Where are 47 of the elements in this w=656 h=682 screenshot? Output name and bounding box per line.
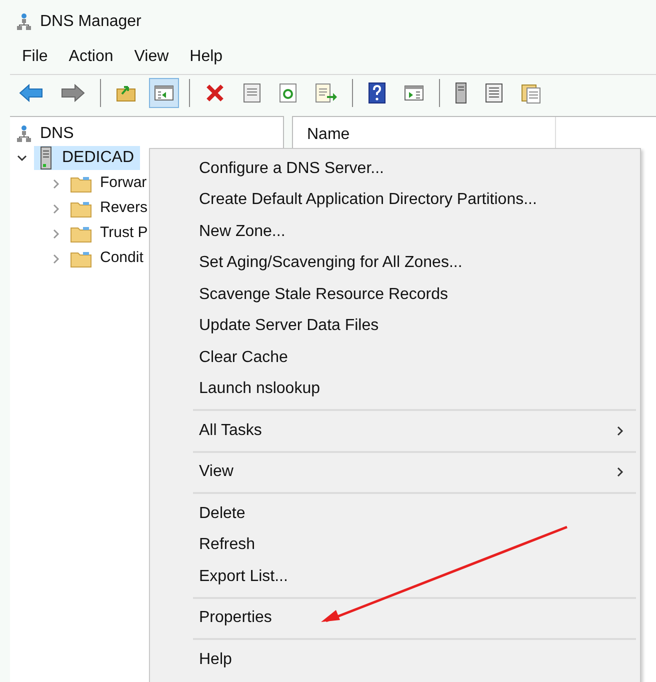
tree-item[interactable]: Revers	[100, 197, 148, 220]
context-menu-item[interactable]: Delete	[193, 498, 636, 530]
folder-icon	[70, 174, 92, 192]
context-menu-item[interactable]: Scavenge Stale Resource Records	[193, 279, 636, 310]
menu-bar-item[interactable]: View	[134, 45, 169, 69]
window-title: DNS Manager	[40, 12, 142, 32]
context-menu-item[interactable]: Refresh	[193, 530, 636, 561]
menu-bar-item[interactable]: File	[22, 45, 48, 69]
context-menu-item[interactable]: All Tasks	[193, 415, 636, 446]
context-menu-item[interactable]: Launch nslookup	[193, 374, 636, 405]
menu-bar-item[interactable]: Help	[190, 45, 223, 69]
context-menu-item[interactable]: Update Server Data Files	[193, 310, 636, 342]
action-pane-icon[interactable]	[404, 84, 424, 102]
toolbar-button[interactable]	[149, 78, 179, 108]
tree-item[interactable]: DEDICAD	[34, 146, 140, 170]
server-icon[interactable]	[455, 82, 467, 104]
context-menu-item[interactable]: Create Default Application Directory Partitions...	[193, 184, 636, 216]
tree-item[interactable]: Trust P	[100, 222, 148, 245]
folder-icon	[70, 200, 92, 218]
properties-icon[interactable]	[243, 82, 261, 102]
delete-icon[interactable]	[205, 82, 225, 102]
refresh-icon[interactable]	[279, 82, 297, 102]
folder-icon	[70, 250, 92, 268]
context-menu-item[interactable]: Properties	[193, 602, 636, 634]
export-icon[interactable]	[315, 82, 337, 102]
context-menu-item[interactable]: Clear Cache	[193, 342, 636, 374]
clipboard-icon[interactable]	[521, 82, 541, 104]
tree-item[interactable]: Condit	[100, 247, 144, 270]
network-icon	[16, 125, 32, 143]
server-icon	[40, 146, 52, 170]
back-arrow-icon[interactable]	[19, 84, 43, 102]
folder-up-icon[interactable]	[116, 84, 136, 102]
forward-arrow-icon[interactable]	[61, 84, 85, 102]
network-icon	[16, 13, 32, 31]
tree-item[interactable]: DNS	[40, 122, 74, 146]
folder-icon	[70, 224, 92, 242]
context-menu-item[interactable]: View	[193, 456, 636, 488]
menu-bar-item[interactable]: Action	[68, 45, 114, 69]
context-menu-item[interactable]: New Zone...	[193, 216, 636, 248]
context-menu-item[interactable]: Help	[193, 644, 636, 676]
list-icon[interactable]	[485, 82, 503, 102]
context-menu-item[interactable]: Configure a DNS Server...	[193, 153, 636, 184]
console-tree-icon[interactable]	[154, 84, 174, 102]
help-icon[interactable]	[368, 82, 386, 104]
context-menu-item[interactable]: Set Aging/Scavenging for All Zones...	[193, 248, 636, 279]
tree-item[interactable]: Forwar	[100, 172, 147, 195]
context-menu-item[interactable]: Export List...	[193, 561, 636, 592]
